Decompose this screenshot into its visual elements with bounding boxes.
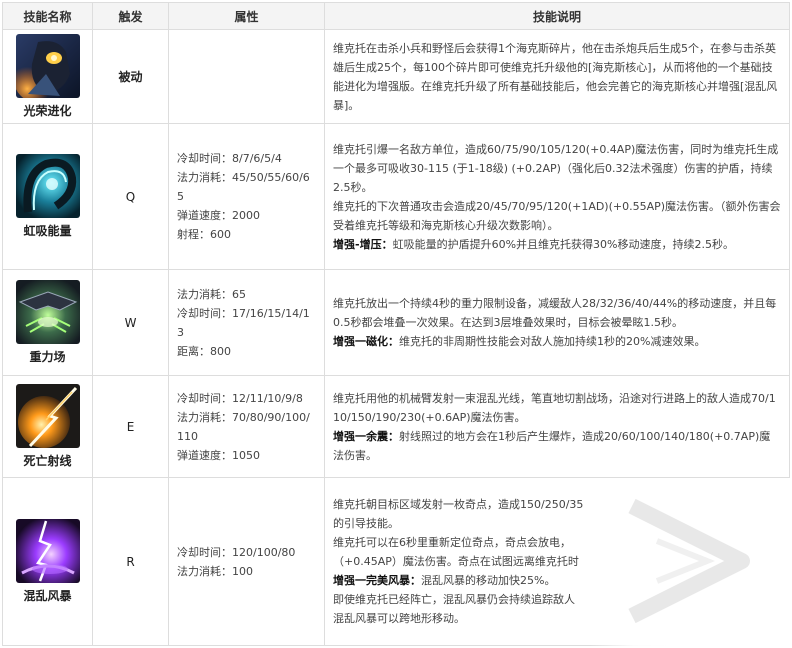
skill-row: 死亡射线 E 冷却时间：12/11/10/9/8 法力消耗：70/80/90/100/… xyxy=(2,375,790,478)
header-skill-name: 技能名称 xyxy=(2,2,93,30)
description-text: 即使维克托已经阵亡，混乱风暴仍会持续追踪敌人 xyxy=(333,593,575,606)
skill-attributes: 冷却时间：8/7/6/5/4 法力消耗：45/50/55/60/65 弹道速度：20… xyxy=(168,123,325,270)
skill-cell: 重力场 xyxy=(2,269,93,376)
skill-trigger: W xyxy=(92,269,169,376)
skill-attributes xyxy=(168,29,325,124)
skill-cell: 混乱风暴 xyxy=(2,477,93,646)
enhancement-label: 增强-增压： xyxy=(333,237,393,251)
skill-trigger: 被动 xyxy=(92,29,169,124)
description-text: 维克托放出一个持续4秒的重力限制设备，减缓敌人28/32/36/40/44%的移… xyxy=(333,297,777,329)
description-text: 维克托的下次普通攻击会造成20/45/70/95/120(+1AD)(+0.55… xyxy=(333,199,781,232)
enhancement-label: 增强一磁化： xyxy=(333,335,399,348)
attribute-line: 距离：800 xyxy=(177,344,231,358)
description-text: 维克托朝目标区域发射一枚奇点，造成150/250/35 xyxy=(333,498,584,511)
description-text: （+0.45AP）魔法伤害。奇点在试图远离维克托时 xyxy=(333,555,579,568)
chaos-storm-icon xyxy=(15,519,80,583)
skill-description: 维克托用他的机械臂发射一束混乱光线，笔直地切割战场，沿途对行进路上的敌人造成70… xyxy=(324,375,790,478)
description-text: 虹吸能量的护盾提升60%并且维克托获得30%移动速度，持续2.5秒。 xyxy=(392,237,734,251)
skill-description: 维克托在击杀小兵和野怪后会获得1个海克斯碎片，他在击杀炮兵后生成5个，在参与击杀… xyxy=(324,29,790,124)
skill-row: 虹吸能量 Q 冷却时间：8/7/6/5/4 法力消耗：45/50/55/60/65 弹道… xyxy=(2,123,790,270)
skill-trigger: E xyxy=(92,375,169,478)
attribute-line: 冷却时间：17/16/15/14/13 xyxy=(177,306,310,339)
attribute-line: 法力消耗：65 xyxy=(177,287,246,301)
skill-row: 重力场 W 法力消耗：65 冷却时间：17/16/15/14/13 距离：800 维克托放… xyxy=(2,269,790,376)
skill-description: 维克托引爆一名敌方单位，造成60/75/90/105/120(+0.4AP)魔法… xyxy=(324,123,790,270)
description-text: 维克托引爆一名敌方单位，造成60/75/90/105/120(+0.4AP)魔法… xyxy=(333,142,779,194)
watermark-logo xyxy=(628,498,750,624)
skill-cell: 光荣进化 xyxy=(2,29,93,124)
skill-row: 光荣进化 被动 维克托在击杀小兵和野怪后会获得1个海克斯碎片，他在击杀炮兵后生成5个… xyxy=(2,29,790,124)
skill-attributes: 法力消耗：65 冷却时间：17/16/15/14/13 距离：800 xyxy=(168,269,325,376)
attribute-line: 射程：600 xyxy=(177,228,231,241)
description-text: 射线照过的地方会在1秒后产生爆炸，造成20/60/100/140/180(+0.… xyxy=(333,429,771,462)
description-paragraph: 维克托的下次普通攻击会造成20/45/70/95/120(+1AD)(+0.55… xyxy=(333,197,781,235)
glorious-evolution-icon xyxy=(15,34,80,98)
skill-name: 虹吸能量 xyxy=(23,224,72,238)
description-text: 的引导技能。 xyxy=(333,517,399,530)
description-paragraph: 维克托引爆一名敌方单位，造成60/75/90/105/120(+0.4AP)魔法… xyxy=(333,140,781,197)
attribute-line: 弹道速度：1050 xyxy=(177,448,260,462)
attribute-line: 法力消耗：45/50/55/60/65 xyxy=(177,171,310,203)
skill-name: 光荣进化 xyxy=(23,104,72,118)
attribute-line: 弹道速度：2000 xyxy=(177,209,260,222)
skill-description: 维克托放出一个持续4秒的重力限制设备，减缓敌人28/32/36/40/44%的移… xyxy=(324,269,790,376)
table-header-row: 技能名称 触发 属性 技能说明 xyxy=(2,2,790,30)
attribute-line: 冷却时间：8/7/6/5/4 xyxy=(177,152,282,165)
gravity-field-icon xyxy=(15,280,80,344)
description-text: 混乱风暴可以跨地形移动。 xyxy=(333,612,465,625)
description-paragraph: 维克托放出一个持续4秒的重力限制设备，减缓敌人28/32/36/40/44%的移… xyxy=(333,294,781,332)
siphon-power-icon xyxy=(15,154,80,218)
enhancement-label: 增强一完美风暴： xyxy=(333,574,421,587)
description-paragraph: 增强-增压：虹吸能量的护盾提升60%并且维克托获得30%移动速度，持续2.5秒。 xyxy=(333,235,781,254)
skill-trigger: R xyxy=(92,477,169,646)
enhancement-label: 增强一余震： xyxy=(333,429,399,443)
description-paragraph: 维克托在击杀小兵和野怪后会获得1个海克斯碎片，他在击杀炮兵后生成5个，在参与击杀… xyxy=(333,39,781,115)
attribute-line: 法力消耗：100 xyxy=(177,564,253,578)
skill-name: 混乱风暴 xyxy=(23,589,72,603)
skill-cell: 死亡射线 xyxy=(2,375,93,478)
skill-cell: 虹吸能量 xyxy=(2,123,93,270)
attribute-line: 冷却时间：12/11/10/9/8 xyxy=(177,391,303,405)
description-text: 维克托用他的机械臂发射一束混乱光线，笔直地切割战场，沿途对行进路上的敌人造成70… xyxy=(333,391,776,424)
description-text: 维克托在击杀小兵和野怪后会获得1个海克斯碎片，他在击杀炮兵后生成5个，在参与击杀… xyxy=(333,41,778,112)
description-text: 混乱风暴的移动加快25%。 xyxy=(421,574,556,587)
death-ray-icon xyxy=(15,384,80,448)
description-paragraph: 增强一磁化：维克托的非周期性技能会对敌人施加持续1秒的20%减速效果。 xyxy=(333,332,781,351)
description-text: 维克托的非周期性技能会对敌人施加持续1秒的20%减速效果。 xyxy=(399,335,706,348)
attribute-line: 法力消耗：70/80/90/100/110 xyxy=(177,410,310,443)
attribute-line: 冷却时间：120/100/80 xyxy=(177,545,296,559)
header-description: 技能说明 xyxy=(324,2,790,30)
skill-attributes: 冷却时间：120/100/80 法力消耗：100 xyxy=(168,477,325,646)
skill-name: 死亡射线 xyxy=(23,454,72,468)
description-text: 维克托可以在6秒里重新定位奇点，奇点会放电， xyxy=(333,536,571,549)
skill-name: 重力场 xyxy=(29,350,66,364)
description-paragraph: 增强一余震：射线照过的地方会在1秒后产生爆炸，造成20/60/100/140/1… xyxy=(333,427,781,465)
skill-attributes: 冷却时间：12/11/10/9/8 法力消耗：70/80/90/100/110 弹道… xyxy=(168,375,325,478)
header-attributes: 属性 xyxy=(168,2,325,30)
skill-trigger: Q xyxy=(92,123,169,270)
header-trigger: 触发 xyxy=(92,2,169,30)
description-paragraph: 维克托用他的机械臂发射一束混乱光线，笔直地切割战场，沿途对行进路上的敌人造成70… xyxy=(333,389,781,427)
